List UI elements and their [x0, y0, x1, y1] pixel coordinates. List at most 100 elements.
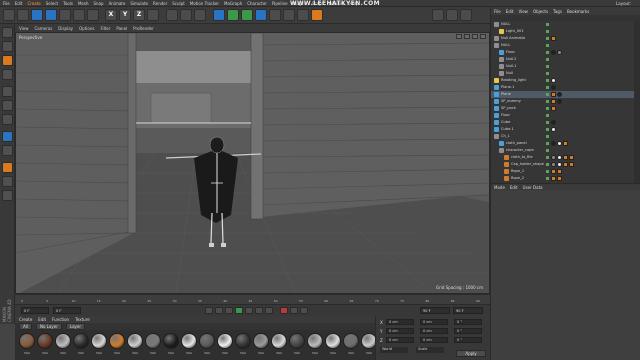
menu-item-snap[interactable]: Snap	[93, 0, 103, 7]
layout-icon[interactable]	[446, 9, 458, 21]
workplane-icon[interactable]	[460, 9, 472, 21]
visibility-dot-icon[interactable]	[546, 86, 549, 89]
object-row[interactable]: Cube	[491, 119, 640, 126]
material-tag-icon[interactable]	[557, 141, 562, 146]
recent-tools-icon[interactable]	[87, 9, 99, 21]
visibility-dot-icon[interactable]	[546, 23, 549, 26]
light-icon[interactable]	[311, 9, 323, 21]
material-swatch[interactable]	[19, 333, 35, 349]
scale-tool-icon[interactable]	[59, 9, 71, 21]
attributes-menu-mode[interactable]: Mode	[494, 185, 505, 190]
object-manager-scrollbar[interactable]	[634, 21, 640, 183]
viewport-menu-cameras[interactable]: Cameras	[35, 26, 53, 31]
menu-item-file[interactable]: File	[3, 0, 10, 7]
material-swatch[interactable]	[271, 333, 287, 349]
visibility-dot-icon[interactable]	[546, 72, 549, 75]
move-tool-icon[interactable]	[45, 9, 57, 21]
material-menu-create[interactable]: Create	[19, 317, 32, 322]
attributes-menu-edit[interactable]: Edit	[510, 185, 518, 190]
points-mode-icon[interactable]	[2, 86, 13, 97]
menu-item-render[interactable]: Render	[153, 0, 167, 7]
previous-frame-icon[interactable]	[225, 307, 233, 314]
object-row[interactable]: Null.2	[491, 56, 640, 63]
keyframe-selection-icon[interactable]	[300, 307, 308, 314]
array-icon[interactable]	[255, 9, 267, 21]
visibility-dot-icon[interactable]	[546, 37, 549, 40]
material-swatch[interactable]	[145, 333, 161, 349]
position-field[interactable]: 0 cm	[386, 337, 414, 343]
material-tag-icon[interactable]	[551, 92, 556, 97]
material-swatch[interactable]	[127, 333, 143, 349]
scale-mode-dropdown[interactable]: Scale	[416, 347, 444, 353]
floor-icon[interactable]	[283, 9, 295, 21]
menu-item-pipeline[interactable]: Pipeline	[272, 0, 288, 7]
material-swatch[interactable]	[217, 333, 233, 349]
object-row[interactable]: Null Animatio	[491, 35, 640, 42]
cube-primitive-icon[interactable]	[213, 9, 225, 21]
visibility-dot-icon[interactable]	[546, 44, 549, 47]
menu-item-edit[interactable]: Edit	[15, 0, 23, 7]
size-field[interactable]: 0 cm	[420, 337, 448, 343]
enable-axis-icon[interactable]	[2, 131, 13, 142]
object-row[interactable]: Plane.1	[491, 84, 640, 91]
timeline-ruler[interactable]: 0 5 10 15 20 25 30 35 40 45 50 55 60 65 70 75 80 85 90	[15, 294, 490, 304]
object-row[interactable]: character_cape	[491, 147, 640, 154]
end-frame-field[interactable]: 90 F	[420, 307, 450, 314]
material-menu-edit[interactable]: Edit	[38, 317, 46, 322]
visibility-dot-icon[interactable]	[546, 177, 549, 180]
render-view-icon[interactable]	[166, 9, 178, 21]
material-tag-icon[interactable]	[557, 99, 562, 104]
viewport-menu-prorender[interactable]: ProRender	[133, 26, 154, 31]
object-row[interactable]: Rotating_light	[491, 77, 640, 84]
visibility-dot-icon[interactable]	[546, 135, 549, 138]
object-row[interactable]: Rope_2	[491, 175, 640, 182]
start-frame-field[interactable]: 0 F	[21, 307, 49, 314]
make-editable-icon[interactable]	[2, 27, 13, 38]
material-tag-icon[interactable]	[551, 99, 556, 104]
coord-mode-dropdown[interactable]: World	[380, 347, 408, 353]
perspective-viewport[interactable]: Perspective Grid Spacing : 1000 cm	[15, 32, 490, 294]
visibility-dot-icon[interactable]	[546, 93, 549, 96]
zoom-icon[interactable]	[464, 34, 470, 39]
menu-item-animate[interactable]: Animate	[109, 0, 126, 7]
material-tag-icon[interactable]	[557, 50, 562, 55]
material-tag-icon[interactable]	[551, 50, 556, 55]
snap-icon[interactable]	[2, 162, 13, 173]
axis-y-button[interactable]: Y	[119, 9, 131, 21]
rotation-field[interactable]: 0 °	[454, 328, 482, 334]
rotation-field[interactable]: 0 °	[454, 319, 482, 325]
orbit-icon[interactable]	[472, 34, 478, 39]
edges-mode-icon[interactable]	[2, 100, 13, 111]
object-menu-tags[interactable]: Tags	[553, 9, 562, 14]
object-menu-objects[interactable]: Objects	[533, 9, 548, 14]
object-row[interactable]: Null	[491, 70, 640, 77]
visibility-dot-icon[interactable]	[546, 170, 549, 173]
menu-item-character[interactable]: Character	[247, 0, 267, 7]
material-tag-icon[interactable]	[551, 141, 556, 146]
material-tag-icon[interactable]	[551, 127, 556, 132]
apply-button[interactable]: Apply	[456, 350, 486, 357]
quantize-icon[interactable]	[2, 176, 13, 187]
object-row[interactable]: Rope_1	[491, 168, 640, 175]
live-selection-icon[interactable]	[31, 9, 43, 21]
object-menu-edit[interactable]: Edit	[506, 9, 514, 14]
texture-mode-icon[interactable]	[2, 55, 13, 66]
menu-item-mograph[interactable]: MoGraph	[224, 0, 242, 7]
attributes-menu-user-data[interactable]: User Data	[523, 185, 543, 190]
object-menu-bookmarks[interactable]: Bookmarks	[567, 9, 589, 14]
material-tag-icon[interactable]	[569, 162, 574, 167]
material-swatch[interactable]	[91, 333, 107, 349]
render-settings-icon[interactable]	[194, 9, 206, 21]
max-frame-field[interactable]: 90 F	[453, 307, 483, 314]
position-field[interactable]: 0 cm	[386, 319, 414, 325]
material-tab-no-layer[interactable]: No Layer	[35, 323, 62, 330]
material-swatch[interactable]	[73, 333, 89, 349]
material-menu-function[interactable]: Function	[52, 317, 69, 322]
object-row[interactable]: cloth_panel	[491, 140, 640, 147]
previous-key-icon[interactable]	[215, 307, 223, 314]
size-field[interactable]: 0 cm	[420, 319, 448, 325]
material-menu-texture[interactable]: Texture	[75, 317, 90, 322]
spline-pen-icon[interactable]	[227, 9, 239, 21]
material-tag-icon[interactable]	[563, 162, 568, 167]
autokey-icon[interactable]	[290, 307, 298, 314]
